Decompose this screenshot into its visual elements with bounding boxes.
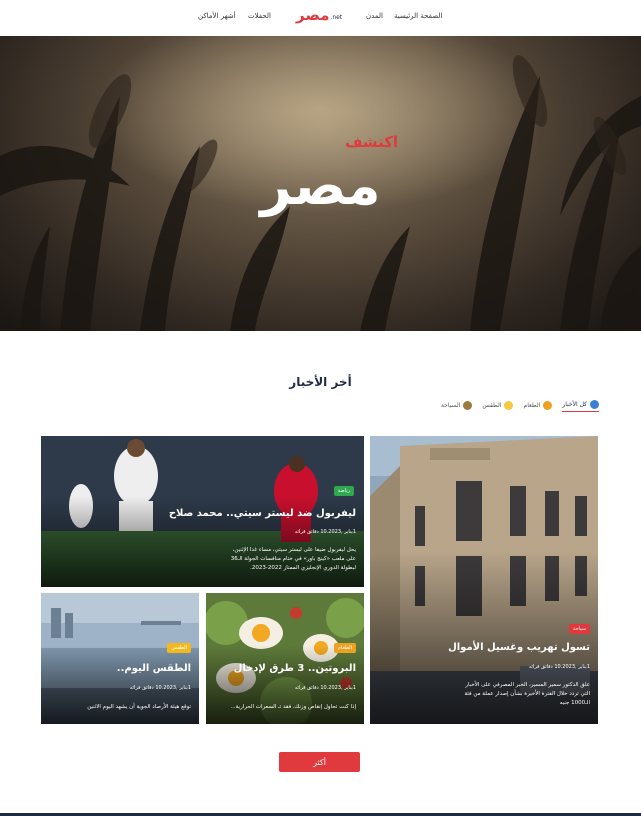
card-title[interactable]: الطقس اليوم..: [117, 663, 191, 674]
desc-line: يحل ليفربول ضيفا على ليستر سيتي، مساء غد…: [232, 547, 356, 553]
card-meta: 1يناير ,10.2023 دقائق قرائه: [294, 685, 356, 691]
tab-weather[interactable]: الطقس: [482, 400, 514, 412]
card-title[interactable]: تسول تهريب وغسيل الأموال: [448, 642, 590, 653]
nav-home[interactable]: الصفحة الرئيسية: [394, 12, 442, 20]
category-badge: سياحة: [569, 624, 590, 634]
news-card-banking[interactable]: سياحة تسول تهريب وغسيل الأموال 1يناير ,1…: [370, 436, 598, 724]
site-header: الصفحة الرئيسية المدن مصر .net الحفلات أ…: [0, 0, 641, 36]
card-meta: 1يناير ,10.2023 دقائق قرائه: [528, 664, 590, 670]
card-description: يحل ليفربول ضيفا على ليستر سيتي، مساء غد…: [231, 546, 356, 573]
latest-news-title: أخر الأخبار: [289, 375, 352, 389]
news-category-tabs: كل الأخبار الطعام الطقس السياحة: [441, 400, 599, 412]
desc-line: على ملعب «كينج باور» في ختام منافسات الج…: [230, 556, 356, 562]
card-description: إذا كنت تحاول إنقاص وزنك، فقد تـ السعرات…: [230, 703, 356, 712]
tab-tourism[interactable]: السياحة: [440, 400, 473, 412]
category-badge: الطقس: [167, 643, 191, 653]
load-more-button[interactable]: أكثر: [279, 752, 360, 772]
card-title[interactable]: ليفربول ضد ليستر سيتي.. محمد صلاح: [169, 508, 356, 519]
news-card-football[interactable]: رياضة ليفربول ضد ليستر سيتي.. محمد صلاح …: [41, 436, 364, 587]
card-meta: 1يناير ,10.2023 دقائق قرائه: [294, 529, 356, 535]
all-news-icon: [590, 400, 599, 409]
logo-suffix: .net: [330, 14, 343, 21]
weather-icon: [504, 400, 514, 410]
food-icon: [543, 400, 553, 410]
site-logo[interactable]: مصر .net: [296, 8, 342, 23]
desc-line: علق الدكتور سمير المسير، الخبر المصرفي ع…: [465, 682, 590, 688]
tab-label: الطقس: [482, 401, 502, 409]
hero-banner: اكتشف مصر: [0, 36, 641, 331]
desc-line: التي تردد خلال الفترة الأخيرة بشأن إصدار…: [464, 691, 590, 697]
tourism-icon: [463, 400, 473, 410]
card-title[interactable]: البروتين.. 3 طرق لإدخال: [234, 663, 356, 674]
desc-line: إذا كنت تحاول إنقاص وزنك، فقد تـ السعرات…: [230, 704, 356, 710]
news-card-weather[interactable]: الطقس الطقس اليوم.. 1يناير ,10.2023 دقائ…: [41, 593, 199, 724]
nav-events[interactable]: الحفلات: [248, 12, 271, 20]
tab-all-news[interactable]: كل الأخبار: [562, 400, 599, 412]
desc-line: الـ1000 جنيه: [559, 700, 590, 706]
category-badge: الطعام: [333, 643, 356, 653]
card-description: توقع هيئة الأرصاد الجوية أن يشهد اليوم ا…: [87, 703, 191, 712]
news-card-food[interactable]: الطعام البروتين.. 3 طرق لإدخال 1يناير ,1…: [206, 593, 364, 724]
tab-label: كل الأخبار: [562, 401, 587, 408]
tab-food[interactable]: الطعام: [523, 400, 553, 412]
hero-subtitle: اكتشف: [344, 133, 399, 151]
nav-cities[interactable]: المدن: [366, 12, 383, 20]
tab-label: السياحة: [440, 401, 461, 409]
card-meta: 1يناير ,10.2023 دقائق قرائه: [129, 685, 191, 691]
category-badge: رياضة: [333, 486, 354, 496]
desc-line: لبطولة الدوري الإنجليزي الممتاز 2022-202…: [250, 565, 356, 571]
tab-label: الطعام: [523, 401, 541, 409]
hero-title: مصر: [260, 154, 381, 217]
nav-places[interactable]: أشهر الأماكن: [198, 12, 236, 20]
logo-text: مصر: [296, 6, 330, 24]
card-description: علق الدكتور سمير المسير، الخبر المصرفي ع…: [464, 681, 590, 708]
desc-line: توقع هيئة الأرصاد الجوية أن يشهد اليوم ا…: [87, 704, 191, 710]
